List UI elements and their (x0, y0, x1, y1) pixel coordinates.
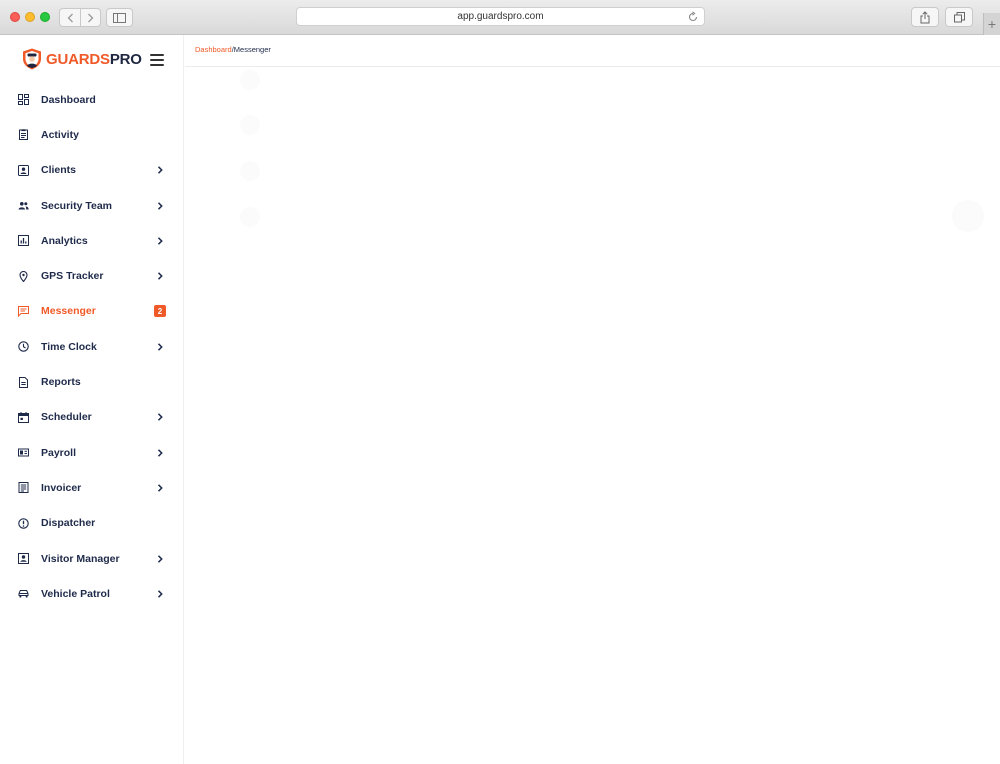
close-window-button[interactable] (10, 12, 20, 22)
plus-icon: + (987, 16, 997, 32)
sidebar-item-clients[interactable]: Clients (0, 153, 184, 188)
calendar-icon (18, 411, 29, 423)
sidebar-item-label: Messenger (41, 305, 96, 318)
brand-name-part1: GUARDS (46, 50, 110, 68)
sidebar-item-label: Activity (41, 128, 79, 141)
sidebar-item-reports[interactable]: Reports (0, 364, 184, 399)
chevron-right-icon (157, 166, 163, 174)
sidebar-item-label: Dispatcher (41, 517, 96, 530)
loading-placeholder (240, 161, 260, 181)
sidebar-item-label: Analytics (41, 234, 88, 247)
breadcrumb: Dashboard/Messenger (195, 45, 271, 54)
sidebar-item-invoicer[interactable]: Invoicer (0, 470, 184, 505)
report-icon (18, 376, 29, 388)
sidebar-item-label: GPS Tracker (41, 270, 104, 283)
sidebar-item-scheduler[interactable]: Scheduler (0, 400, 184, 435)
new-tab-button[interactable]: + (983, 13, 1000, 35)
back-button[interactable] (59, 8, 80, 27)
sidebar-item-label: Payroll (41, 446, 77, 459)
unread-count-badge: 2 (154, 305, 166, 318)
sidebar-item-label: Reports (41, 376, 81, 389)
sidebar-item-gps-tracker[interactable]: GPS Tracker (0, 258, 184, 293)
sidebar-item-payroll[interactable]: Payroll (0, 435, 184, 470)
sidebar-item-label: Vehicle Patrol (41, 587, 110, 600)
dispatch-icon (18, 517, 29, 529)
minimize-window-button[interactable] (25, 12, 35, 22)
chevron-right-icon (157, 590, 163, 598)
location-pin-icon (18, 270, 29, 282)
sidebar-item-activity[interactable]: Activity (0, 117, 184, 152)
forward-button[interactable] (80, 8, 101, 27)
chevron-right-icon (88, 13, 94, 22)
reload-icon[interactable] (687, 11, 699, 23)
sidebar-item-analytics[interactable]: Analytics (0, 223, 184, 258)
address-bar[interactable]: app.guardspro.com (296, 7, 705, 26)
sidebar-item-security-team[interactable]: Security Team (0, 188, 184, 223)
chevron-right-icon (157, 237, 163, 245)
client-card-icon (18, 164, 29, 176)
visitor-badge-icon (18, 553, 29, 564)
main-content: Dashboard/Messenger (185, 35, 1000, 764)
zoom-window-button[interactable] (40, 12, 50, 22)
brand-name-part2: PRO (109, 50, 142, 68)
clipboard-icon (18, 129, 29, 141)
chevron-right-icon (157, 413, 163, 422)
loading-placeholder (240, 70, 260, 90)
chevron-right-icon (157, 554, 163, 563)
loading-placeholder (240, 207, 260, 227)
loading-placeholder (240, 115, 260, 135)
chat-icon (18, 305, 29, 317)
chevron-right-icon (157, 272, 163, 280)
page-header: Dashboard/Messenger (185, 35, 1000, 67)
tabs-icon (953, 11, 965, 22)
sidebar-item-dashboard[interactable]: Dashboard (0, 82, 184, 117)
sidebar-item-time-clock[interactable]: Time Clock (0, 329, 184, 364)
sidebar-item-label: Security Team (41, 199, 113, 212)
history-nav (59, 8, 101, 27)
show-sidebar-button[interactable] (106, 8, 133, 27)
sidebar-item-label: Clients (41, 164, 77, 177)
sidebar-item-label: Dashboard (41, 93, 96, 106)
loading-placeholder (952, 200, 984, 232)
sidebar-item-label: Time Clock (41, 340, 97, 353)
brand-logo[interactable]: GUARDSPRO (22, 47, 142, 71)
sidebar-item-visitor-manager[interactable]: Visitor Manager (0, 541, 184, 576)
sidebar-item-label: Scheduler (41, 411, 92, 424)
chevron-right-icon (157, 484, 163, 492)
sidebar-item-dispatcher[interactable]: Dispatcher (0, 506, 184, 541)
clock-icon (18, 341, 29, 352)
chevron-right-icon (157, 201, 163, 210)
sidebar-item-vehicle-patrol[interactable]: Vehicle Patrol (0, 576, 184, 611)
share-icon (920, 10, 930, 23)
people-icon (18, 200, 29, 211)
sidebar-icon (113, 12, 126, 23)
show-tabs-button[interactable] (945, 7, 973, 27)
sidebar: GUARDSPRO Dashboard Activity Clients Sec… (0, 35, 184, 764)
share-button[interactable] (911, 7, 939, 27)
car-icon (18, 588, 29, 599)
sidebar-item-label: Visitor Manager (41, 552, 120, 565)
chevron-right-icon (157, 448, 163, 457)
chevron-left-icon (67, 13, 73, 22)
hamburger-menu-icon[interactable] (150, 54, 164, 66)
chevron-right-icon (157, 342, 163, 351)
analytics-icon (18, 235, 29, 247)
sidebar-item-messenger[interactable]: Messenger 2 (0, 294, 184, 329)
url-text: app.guardspro.com (457, 11, 544, 22)
breadcrumb-current: Messenger (233, 45, 271, 54)
payroll-icon (18, 447, 29, 458)
sidebar-menu: Dashboard Activity Clients Security Team (0, 82, 184, 611)
brand-name: GUARDSPRO (46, 51, 142, 68)
sidebar-item-label: Invoicer (41, 481, 82, 494)
invoice-icon (18, 482, 29, 494)
dashboard-icon (18, 94, 29, 106)
breadcrumb-link-dashboard[interactable]: Dashboard (195, 45, 232, 54)
guard-shield-icon (23, 48, 41, 70)
browser-toolbar: app.guardspro.com + (0, 0, 1000, 35)
